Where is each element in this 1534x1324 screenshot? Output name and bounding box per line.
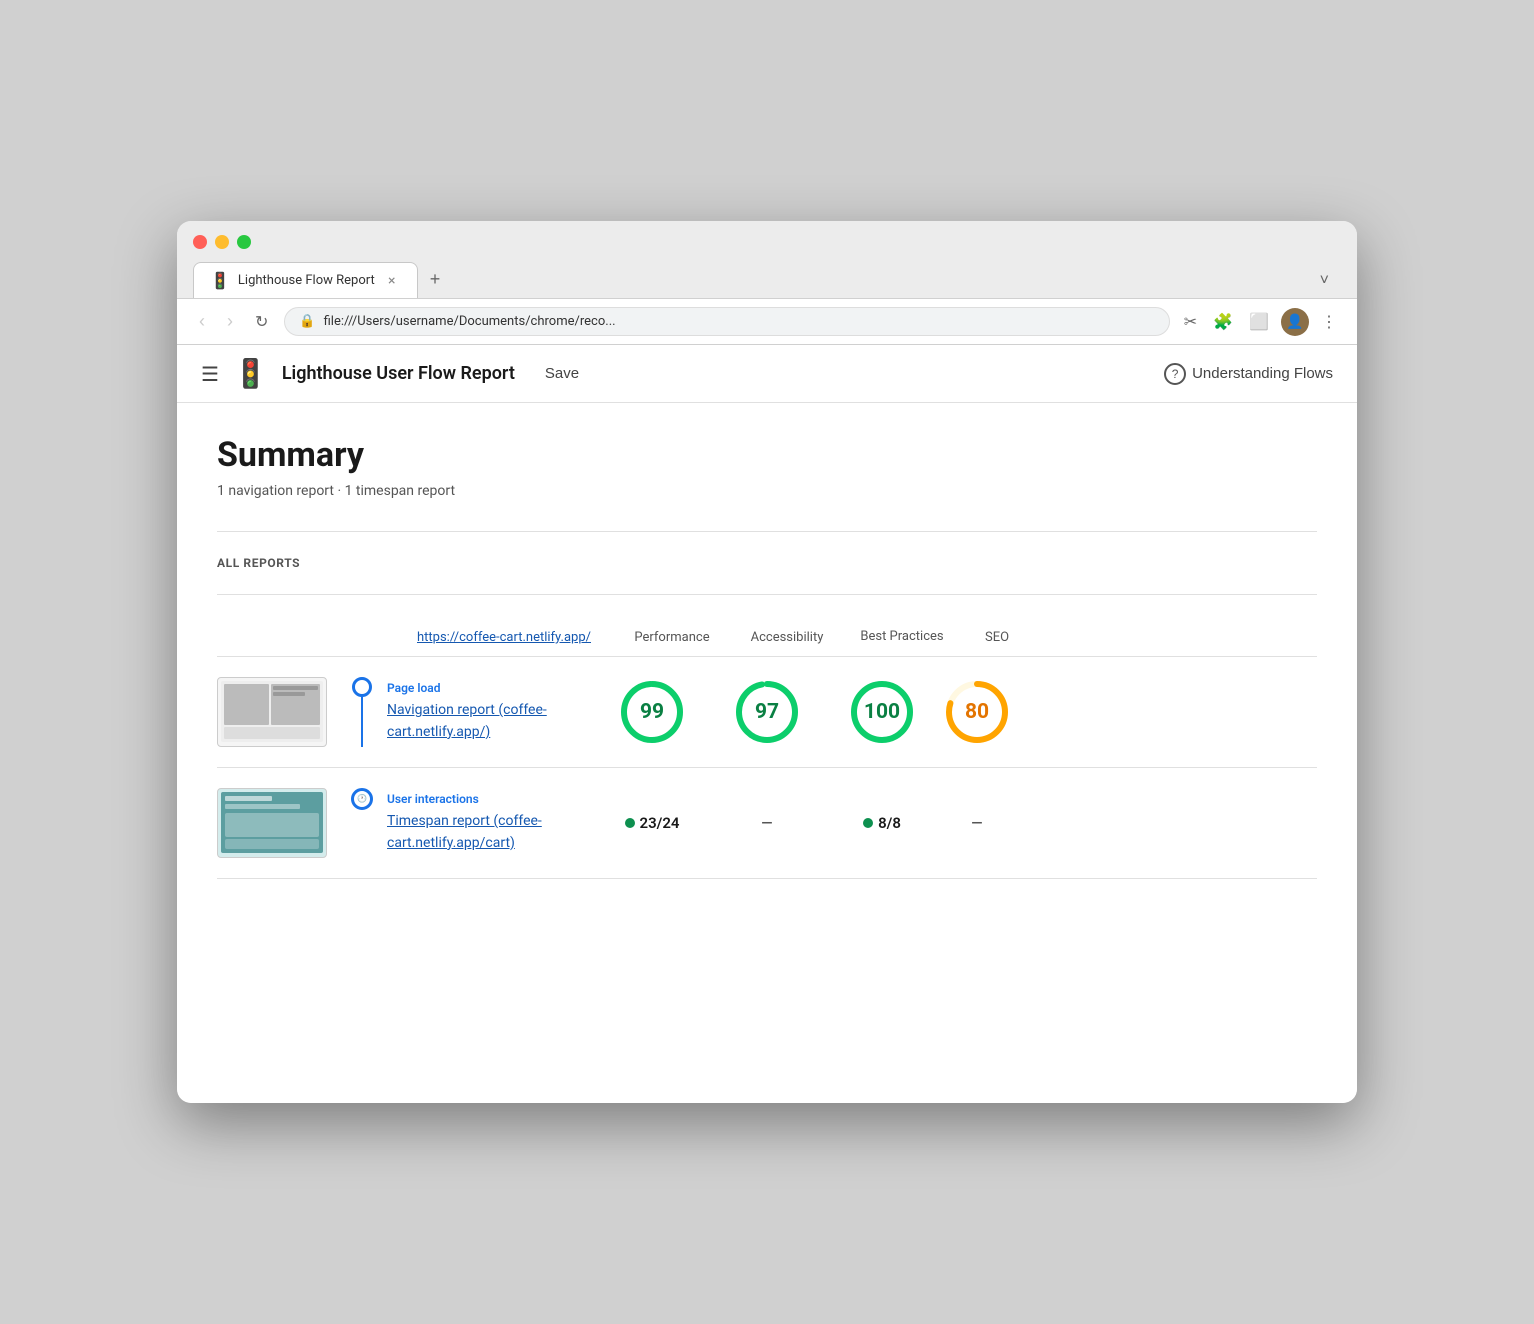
avatar[interactable]: 👤: [1281, 308, 1309, 336]
lock-icon: 🔒: [299, 314, 315, 329]
col-header-seo: SEO: [957, 630, 1037, 645]
timespan-report-info: User interactions Timespan report (coffe…: [387, 792, 597, 853]
url-text: file:///Users/username/Documents/chrome/…: [324, 314, 616, 329]
app-title: Lighthouse User Flow Report: [282, 363, 515, 384]
nav-thumbnail: [217, 677, 327, 747]
timeline-line: [361, 697, 363, 747]
timespan-bp-value: 8/8: [878, 814, 901, 832]
nav-performance-score: 99: [597, 678, 707, 746]
save-button[interactable]: Save: [545, 365, 579, 382]
timeline-dot: [352, 677, 372, 697]
section-divider-2: [217, 594, 1317, 595]
extensions-button[interactable]: 🧩: [1209, 308, 1237, 336]
browser-actions: ✂ 🧩 ⬜ 👤 ⋮: [1180, 308, 1341, 336]
more-button[interactable]: ⋮: [1317, 308, 1341, 336]
help-circle-icon: ?: [1164, 363, 1186, 385]
tab-title: Lighthouse Flow Report: [238, 273, 375, 288]
tab-dropdown-button[interactable]: ˅: [1308, 262, 1341, 298]
timespan-performance-score: 23/24: [597, 814, 707, 832]
minimize-button[interactable]: [215, 235, 229, 249]
main-content: Summary 1 navigation report · 1 timespan…: [177, 403, 1357, 1103]
timespan-a11y-dash: –: [760, 811, 773, 835]
understanding-flows-label: Understanding Flows: [1192, 365, 1333, 382]
tab-close-button[interactable]: ×: [383, 272, 401, 290]
nav-perf-value: 99: [640, 700, 664, 724]
sidebar-button[interactable]: ⬜: [1245, 308, 1273, 336]
nav-seo-score: 80: [937, 678, 1017, 746]
col-header-performance: Performance: [617, 630, 727, 645]
timespan-bestpractices-score: 8/8: [827, 814, 937, 832]
browser-window: 🚦 Lighthouse Flow Report × + ˅ ‹ › ↻ 🔒 f…: [177, 221, 1357, 1103]
nav-bestpractices-score: 100: [827, 678, 937, 746]
app-header: ☰ 🚦 Lighthouse User Flow Report Save ? U…: [177, 345, 1357, 403]
timespan-thumbnail: [217, 788, 327, 858]
col-header-best-practices: Best Practices: [847, 629, 957, 646]
timespan-seo-dash: –: [970, 811, 983, 835]
menu-icon[interactable]: ☰: [201, 362, 219, 386]
back-button[interactable]: ‹: [193, 307, 211, 336]
nav-accessibility-score: 97: [707, 678, 827, 746]
score-dot-perf: [625, 818, 635, 828]
active-tab[interactable]: 🚦 Lighthouse Flow Report ×: [193, 262, 418, 298]
reload-button[interactable]: ↻: [249, 308, 274, 336]
address-bar: ‹ › ↻ 🔒 file:///Users/username/Documents…: [177, 299, 1357, 345]
tabs-bar: 🚦 Lighthouse Flow Report × + ˅: [193, 261, 1341, 298]
summary-subtitle: 1 navigation report · 1 timespan report: [217, 483, 1317, 499]
score-dot-bp: [863, 818, 873, 828]
timespan-report-link[interactable]: Timespan report (coffee-cart.netlify.app…: [387, 813, 542, 851]
url-bar[interactable]: 🔒 file:///Users/username/Documents/chrom…: [284, 307, 1169, 336]
col-header-url[interactable]: https://coffee-cart.netlify.app/: [417, 630, 617, 645]
timespan-type-label: User interactions: [387, 792, 597, 806]
forward-button[interactable]: ›: [221, 307, 239, 336]
nav-report-link[interactable]: Navigation report (coffee-cart.netlify.a…: [387, 702, 547, 740]
tab-lighthouse-icon: 🚦: [210, 271, 230, 290]
new-tab-button[interactable]: +: [418, 261, 453, 298]
lighthouse-logo: 🚦: [233, 357, 268, 390]
timeline-connector-1: [337, 677, 387, 747]
table-header: https://coffee-cart.netlify.app/ Perform…: [217, 619, 1317, 657]
timespan-perf-value: 23/24: [640, 814, 680, 832]
col-header-accessibility: Accessibility: [727, 630, 847, 645]
table-row: Page load Navigation report (coffee-cart…: [217, 657, 1317, 768]
nav-seo-value: 80: [965, 700, 989, 724]
maximize-button[interactable]: [237, 235, 251, 249]
nav-a11y-value: 97: [755, 700, 779, 724]
timeline-connector-2: 🕐: [337, 788, 387, 858]
all-reports-label: ALL REPORTS: [217, 556, 1317, 570]
table-row: 🕐 User interactions Timespan report (cof…: [217, 768, 1317, 879]
understanding-flows-button[interactable]: ? Understanding Flows: [1164, 363, 1333, 385]
section-divider: [217, 531, 1317, 532]
nav-report-info: Page load Navigation report (coffee-cart…: [387, 681, 597, 742]
nav-type-label: Page load: [387, 681, 597, 695]
title-bar: 🚦 Lighthouse Flow Report × + ˅: [177, 221, 1357, 299]
timespan-seo-score: –: [937, 811, 1017, 835]
close-button[interactable]: [193, 235, 207, 249]
window-controls: [193, 235, 1341, 249]
summary-title: Summary: [217, 435, 1317, 475]
scissors-button[interactable]: ✂: [1180, 308, 1201, 336]
nav-bp-value: 100: [864, 700, 900, 724]
timeline-clock: 🕐: [351, 788, 373, 810]
timespan-accessibility-score: –: [707, 811, 827, 835]
